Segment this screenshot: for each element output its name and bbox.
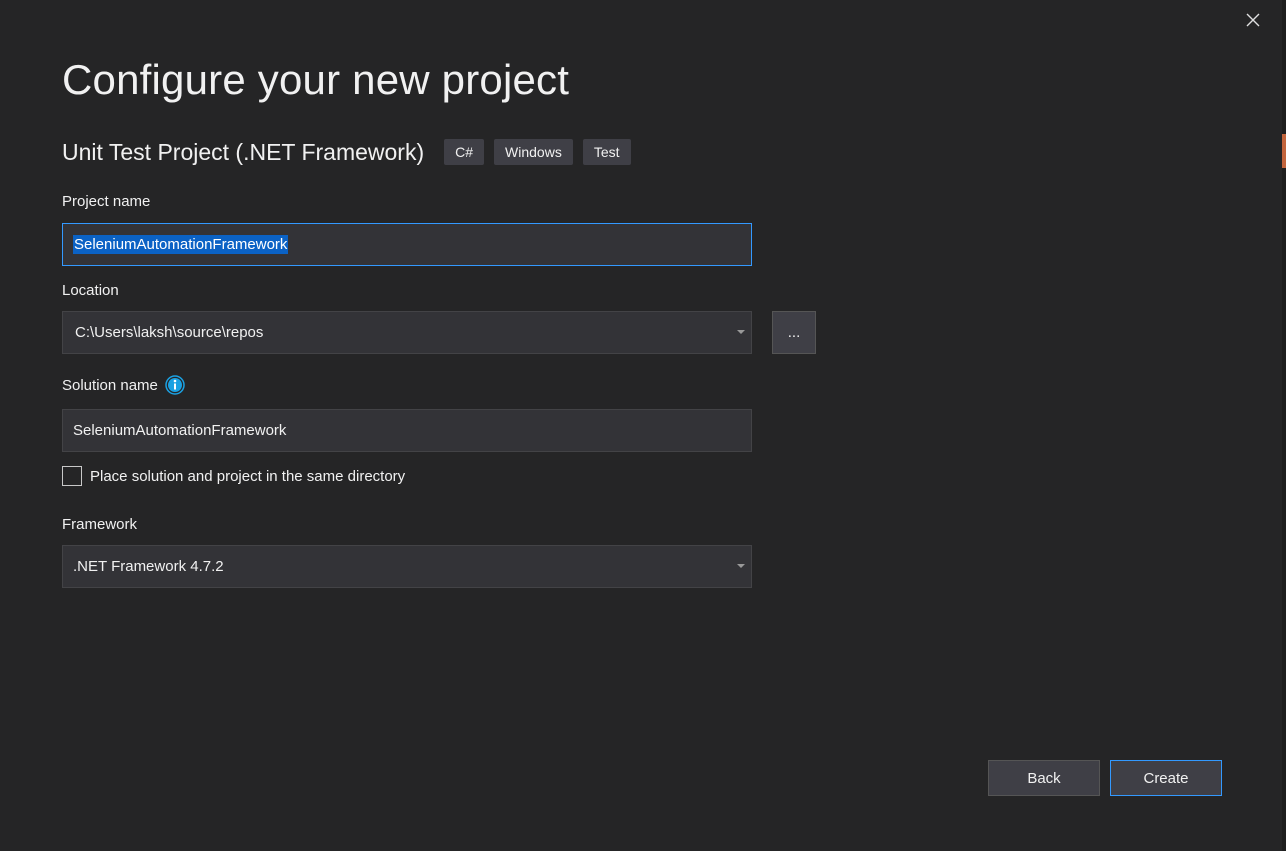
browse-location-button[interactable]: ...	[772, 311, 816, 354]
project-name-label: Project name	[62, 193, 151, 210]
close-icon	[1246, 13, 1260, 27]
project-name-value: SeleniumAutomationFramework	[73, 235, 289, 254]
template-header: Unit Test Project (.NET Framework) C# Wi…	[62, 138, 641, 166]
template-name: Unit Test Project (.NET Framework)	[62, 138, 425, 165]
location-value: C:\Users\laksh\source\repos	[75, 324, 264, 341]
solution-name-value: SeleniumAutomationFramework	[73, 422, 287, 439]
background-window-accent	[1282, 134, 1286, 168]
back-button[interactable]: Back	[988, 760, 1100, 796]
tag-language: C#	[444, 139, 485, 165]
framework-combobox[interactable]: .NET Framework 4.7.2	[62, 545, 752, 588]
tag-platform: Windows	[494, 139, 573, 165]
solution-name-input[interactable]: SeleniumAutomationFramework	[62, 409, 752, 452]
create-button[interactable]: Create	[1110, 760, 1222, 796]
solution-name-label: Solution name	[62, 377, 158, 394]
location-label: Location	[62, 282, 119, 299]
close-button[interactable]	[1236, 6, 1270, 34]
tag-project-type: Test	[582, 139, 631, 165]
framework-label: Framework	[62, 516, 138, 533]
chevron-down-icon[interactable]	[737, 330, 745, 334]
framework-value: .NET Framework 4.7.2	[73, 558, 224, 575]
background-window-edge	[1282, 0, 1286, 851]
project-name-input[interactable]: SeleniumAutomationFramework	[62, 223, 752, 266]
location-combobox[interactable]: C:\Users\laksh\source\repos	[62, 311, 752, 354]
same-directory-checkbox[interactable]	[62, 466, 82, 486]
info-icon[interactable]	[165, 375, 185, 395]
project-name-value-wrap: SeleniumAutomationFramework	[73, 224, 289, 265]
page-title: Configure your new project	[62, 56, 570, 103]
same-directory-label[interactable]: Place solution and project in the same d…	[90, 468, 405, 485]
chevron-down-icon[interactable]	[737, 564, 745, 568]
configure-project-dialog: Configure your new project Unit Test Pro…	[0, 0, 1286, 851]
